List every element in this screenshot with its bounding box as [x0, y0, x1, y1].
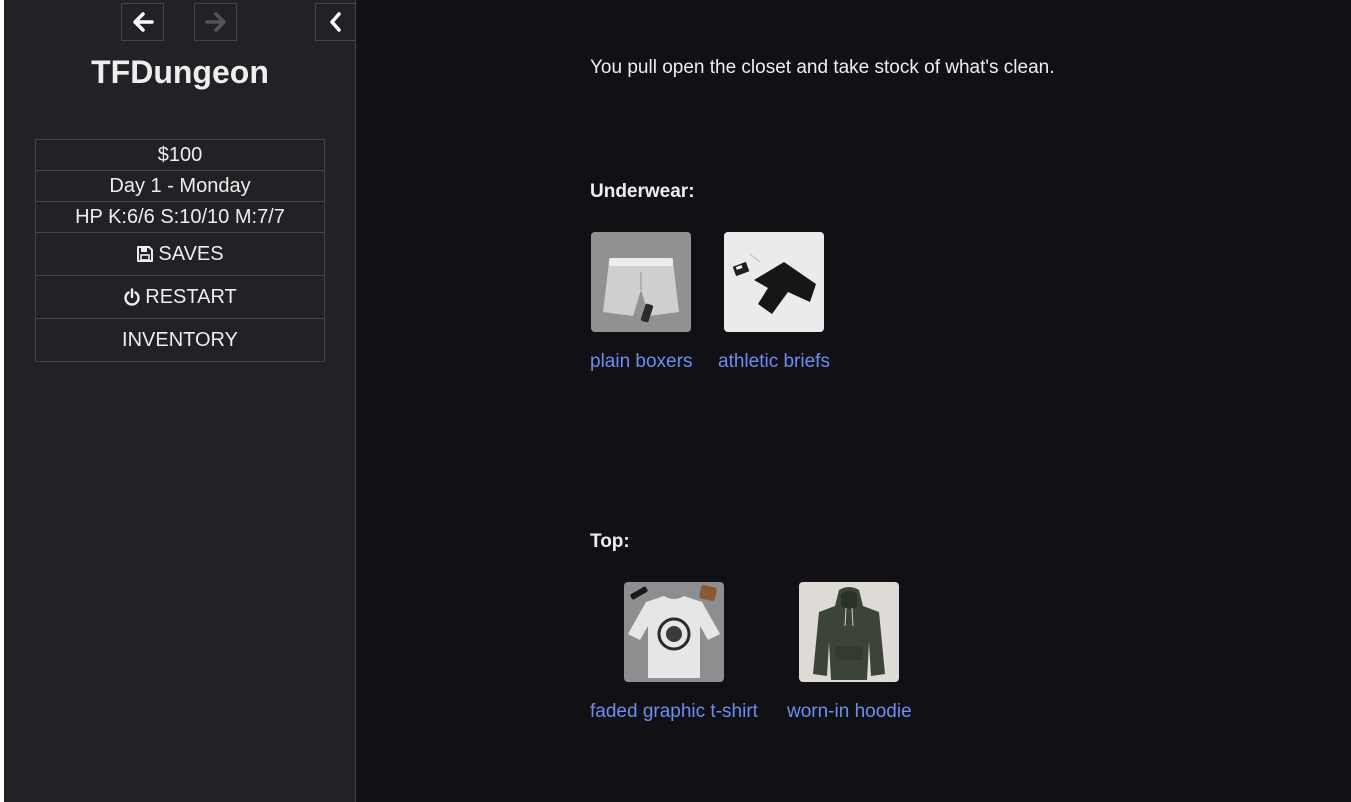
day-display: Day 1 - Monday	[36, 171, 324, 202]
chevron-left-icon	[329, 12, 341, 32]
inventory-label: INVENTORY	[122, 328, 238, 351]
clothing-option[interactable]: worn-in hoodie	[787, 582, 912, 723]
underwear-heading: Underwear:	[590, 181, 695, 202]
ui-bar: TFDungeon $100 Day 1 - Monday HP K:6/6 S…	[4, 0, 356, 802]
clothing-option[interactable]: athletic briefs	[718, 232, 830, 373]
arrow-left-icon	[132, 12, 154, 32]
arrow-right-icon	[204, 12, 226, 32]
inventory-button[interactable]: INVENTORY	[36, 319, 324, 361]
hp-value: HP K:6/6 S:10/10 M:7/7	[75, 205, 285, 228]
green-hoodie-image[interactable]	[799, 582, 900, 682]
plain-boxers-link[interactable]: plain boxers	[590, 351, 692, 373]
clothing-option[interactable]: plain boxers	[590, 232, 692, 373]
money-value: $100	[157, 143, 203, 166]
day-value: Day 1 - Monday	[109, 174, 251, 197]
clothing-option[interactable]: faded graphic t-shirt	[590, 582, 758, 723]
story-menu: $100 Day 1 - Monday HP K:6/6 S:10/10 M:7…	[35, 139, 325, 362]
saves-label: SAVES	[158, 242, 224, 265]
athletic-briefs-link[interactable]: athletic briefs	[718, 351, 830, 373]
history-forward-button[interactable]	[194, 3, 237, 41]
history-back-button[interactable]	[121, 3, 164, 41]
passage-intro: You pull open the closet and take stock …	[590, 57, 1055, 78]
graphic-tshirt-image[interactable]	[623, 582, 724, 682]
hp-display: HP K:6/6 S:10/10 M:7/7	[36, 202, 324, 233]
power-icon	[124, 288, 140, 306]
hoodie-link[interactable]: worn-in hoodie	[787, 701, 912, 723]
restart-button[interactable]: RESTART	[36, 276, 324, 319]
black-briefs-image[interactable]	[723, 232, 824, 332]
top-heading: Top:	[590, 531, 630, 552]
saves-button[interactable]: SAVES	[36, 233, 324, 276]
money-display: $100	[36, 140, 324, 171]
floppy-disk-icon	[137, 246, 154, 262]
gray-boxers-image[interactable]	[591, 232, 692, 332]
sidebar-toggle-button[interactable]	[315, 3, 356, 41]
restart-label: RESTART	[145, 285, 237, 308]
graphic-tshirt-link[interactable]: faded graphic t-shirt	[590, 701, 758, 723]
story-title: TFDungeon	[91, 54, 269, 90]
